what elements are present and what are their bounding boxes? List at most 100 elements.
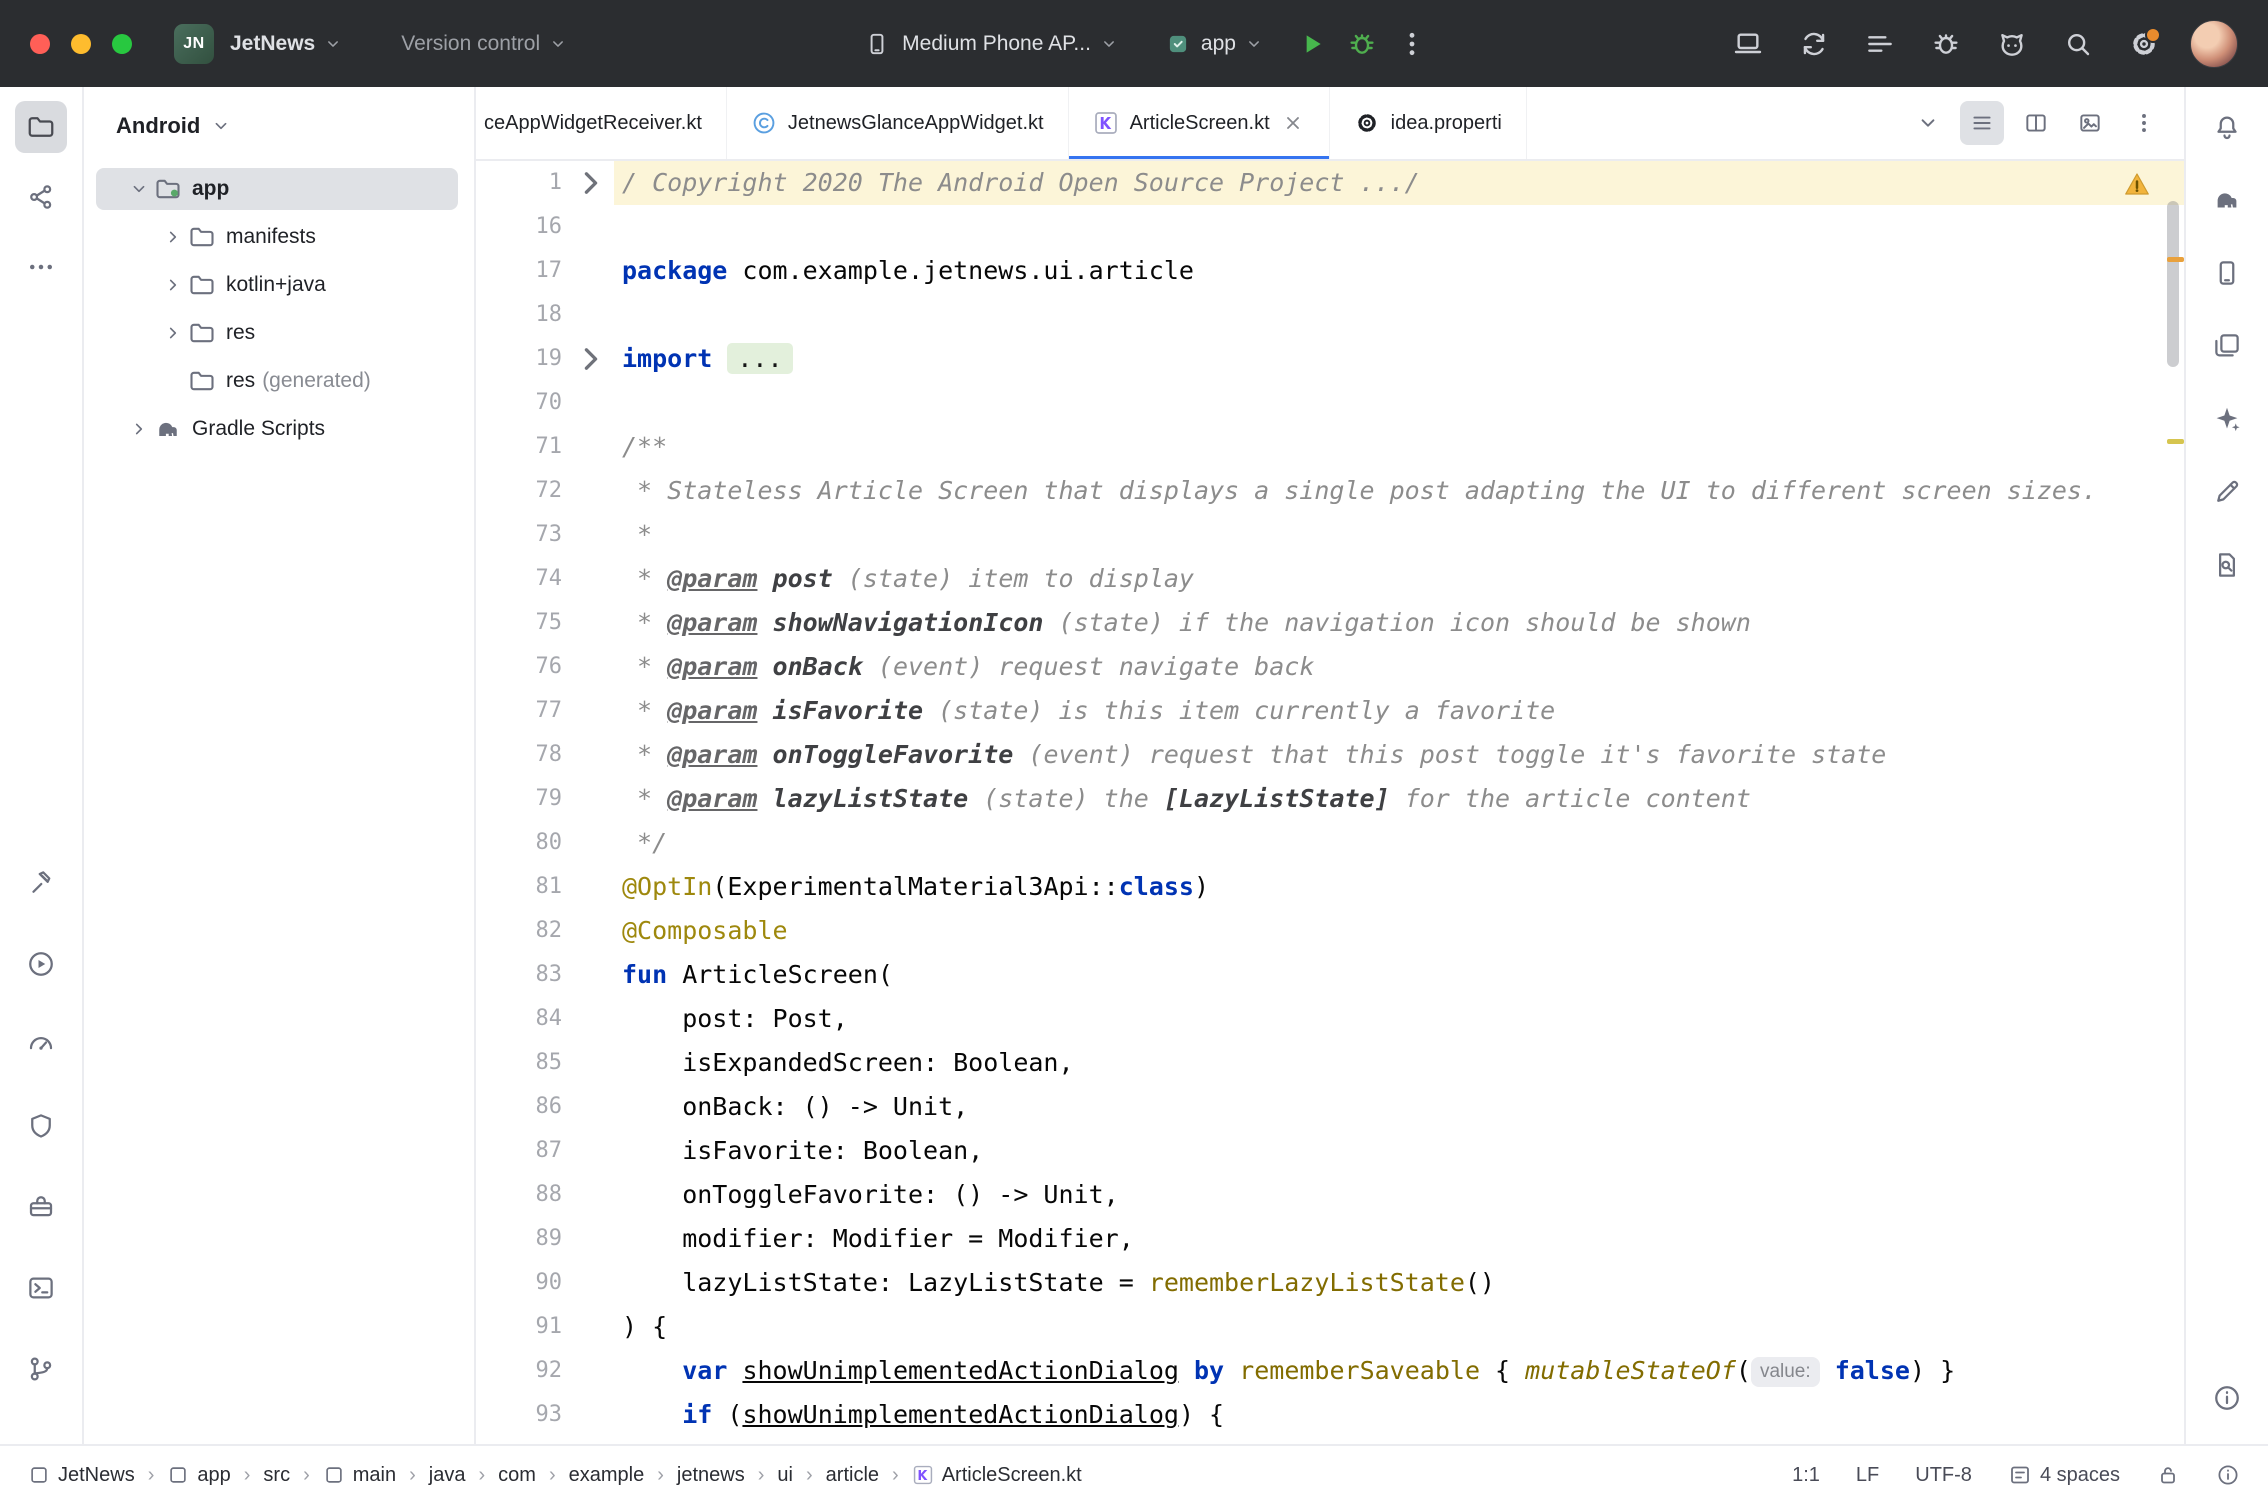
- project-folder-tool-button[interactable]: [15, 101, 67, 153]
- breadcrumb-item-article[interactable]: article: [826, 1464, 879, 1487]
- tab-jetnewsglanceappwidget-kt[interactable]: JetnewsGlanceAppWidget.kt: [727, 87, 1069, 159]
- compose-tool-button[interactable]: [2201, 466, 2253, 518]
- maximize-window-button[interactable]: [112, 34, 132, 54]
- tree-item-kotlin-java[interactable]: kotlin+java: [84, 261, 474, 309]
- tree-item-res-generated[interactable]: res (generated): [84, 357, 474, 405]
- file-encoding[interactable]: UTF-8: [1915, 1464, 1972, 1487]
- device-manager-tool-button[interactable]: [2201, 247, 2253, 299]
- more-tools-tool-button[interactable]: [15, 241, 67, 293]
- copies-tool-button[interactable]: [2201, 320, 2253, 372]
- tab-articlescreen-kt[interactable]: ArticleScreen.kt: [1069, 87, 1330, 159]
- code-text[interactable]: *: [614, 513, 2184, 557]
- code-text[interactable]: [614, 381, 2184, 425]
- tab-idea-properti[interactable]: idea.properti: [1330, 87, 1527, 159]
- breadcrumb-item-jetnews[interactable]: jetnews: [677, 1464, 745, 1487]
- inspections-warning-icon[interactable]: [2122, 169, 2152, 199]
- chevron-right-icon[interactable]: [158, 274, 188, 296]
- code-text[interactable]: * @param showNavigationIcon (state) if t…: [614, 601, 2184, 645]
- code-text[interactable]: / Copyright 2020 The Android Open Source…: [614, 161, 2184, 205]
- code-text[interactable]: if (showUnimplementedActionDialog) {: [614, 1393, 2184, 1437]
- tab-list-chevron-button[interactable]: [1906, 101, 1950, 145]
- find-tool-button[interactable]: [2201, 539, 2253, 591]
- code-text[interactable]: * Stateless Article Screen that displays…: [614, 469, 2184, 513]
- code-text[interactable]: onToggleFavorite: () -> Unit,: [614, 1173, 2184, 1217]
- run-button[interactable]: [1292, 24, 1332, 64]
- caret-position[interactable]: 1:1: [1792, 1464, 1820, 1487]
- code-text[interactable]: package com.example.jetnews.ui.article: [614, 249, 2184, 293]
- chevron-down-icon[interactable]: [124, 178, 154, 200]
- problems-tool-button[interactable]: [2201, 1372, 2253, 1424]
- terminal-tool-button[interactable]: [15, 1262, 67, 1314]
- editor-scrollbar[interactable]: [2167, 201, 2179, 367]
- code-text[interactable]: @OptIn(ExperimentalMaterial3Api::class): [614, 865, 2184, 909]
- code-text[interactable]: fun ArticleScreen(: [614, 953, 2184, 997]
- fold-arrow-icon[interactable]: [568, 337, 614, 381]
- code-text[interactable]: [614, 205, 2184, 249]
- todo-button[interactable]: [1860, 24, 1900, 64]
- tree-item-app[interactable]: app: [84, 165, 474, 213]
- chevron-right-icon[interactable]: [124, 418, 154, 440]
- file-lock-toggle[interactable]: [2156, 1463, 2180, 1487]
- code-text[interactable]: post: Post,: [614, 997, 2184, 1041]
- breadcrumb-item-com[interactable]: com: [498, 1464, 536, 1487]
- profiler-tool-button[interactable]: [15, 1019, 67, 1071]
- editor-list-view-button[interactable]: [1960, 101, 2004, 145]
- code-text[interactable]: modifier: Modifier = Modifier,: [614, 1217, 2184, 1261]
- breadcrumb-item-app[interactable]: app: [167, 1464, 230, 1487]
- device-selector[interactable]: Medium Phone AP...: [902, 32, 1119, 56]
- app-quality-tool-button[interactable]: [15, 1100, 67, 1152]
- project-menu[interactable]: JetNews: [230, 32, 343, 56]
- breadcrumb-item-articlescreen-kt[interactable]: ArticleScreen.kt: [912, 1464, 1082, 1487]
- problems-indicator[interactable]: [2216, 1463, 2240, 1487]
- breadcrumb-item-main[interactable]: main: [323, 1464, 396, 1487]
- studio-bot-button[interactable]: [1992, 24, 2032, 64]
- close-tab-icon[interactable]: [1281, 111, 1305, 135]
- code-text[interactable]: [614, 293, 2184, 337]
- run-tool-button[interactable]: [15, 938, 67, 990]
- code-text[interactable]: * @param onToggleFavorite (event) reques…: [614, 733, 2184, 777]
- breadcrumb-item-src[interactable]: src: [263, 1464, 290, 1487]
- code-text[interactable]: var showUnimplementedActionDialog by rem…: [614, 1349, 2184, 1393]
- project-logo[interactable]: JN: [174, 24, 214, 64]
- commit-tool-button[interactable]: [15, 171, 67, 223]
- breadcrumb-item-ui[interactable]: ui: [777, 1464, 793, 1487]
- code-area[interactable]: 1 / Copyright 2020 The Android Open Sour…: [476, 161, 2184, 1437]
- code-text[interactable]: onBack: () -> Unit,: [614, 1085, 2184, 1129]
- code-text[interactable]: import ...: [614, 337, 2184, 381]
- code-text[interactable]: /**: [614, 425, 2184, 469]
- build-analyzer-button[interactable]: [1926, 24, 1966, 64]
- indent-style[interactable]: 4 spaces: [2008, 1463, 2120, 1487]
- project-view-selector[interactable]: Android: [84, 87, 474, 165]
- build-tool-button[interactable]: [15, 857, 67, 909]
- running-devices-button[interactable]: [1728, 24, 1768, 64]
- code-text[interactable]: @Composable: [614, 909, 2184, 953]
- device-explorer-tool-button[interactable]: [15, 1181, 67, 1233]
- breadcrumb-item-jetnews[interactable]: JetNews: [28, 1464, 135, 1487]
- run-config-selector[interactable]: app: [1201, 32, 1264, 56]
- user-avatar[interactable]: [2190, 20, 2238, 68]
- tree-item-res[interactable]: res: [84, 309, 474, 357]
- more-run-actions-button[interactable]: [1392, 24, 1432, 64]
- tree-item-manifests[interactable]: manifests: [84, 213, 474, 261]
- preview-button[interactable]: [2068, 101, 2112, 145]
- code-text[interactable]: * @param isFavorite (state) is this item…: [614, 689, 2184, 733]
- tree-item-gradle-scripts[interactable]: Gradle Scripts: [84, 405, 474, 453]
- chevron-right-icon[interactable]: [158, 322, 188, 344]
- split-editor-button[interactable]: [2014, 101, 2058, 145]
- line-separator[interactable]: LF: [1856, 1464, 1879, 1487]
- search-button[interactable]: [2058, 24, 2098, 64]
- code-text[interactable]: isFavorite: Boolean,: [614, 1129, 2184, 1173]
- breadcrumb-item-example[interactable]: example: [569, 1464, 645, 1487]
- code-text[interactable]: ) {: [614, 1305, 2184, 1349]
- minimize-window-button[interactable]: [71, 34, 91, 54]
- editor-options-button[interactable]: [2122, 101, 2166, 145]
- gradle-tool-button[interactable]: [2201, 174, 2253, 226]
- code-text[interactable]: * @param onBack (event) request navigate…: [614, 645, 2184, 689]
- code-text[interactable]: lazyListState: LazyListState = rememberL…: [614, 1261, 2184, 1305]
- fold-arrow-icon[interactable]: [568, 161, 614, 205]
- weak-warning-stripe-mark[interactable]: [2167, 439, 2184, 444]
- sync-button[interactable]: [1794, 24, 1834, 64]
- debug-button[interactable]: [1342, 24, 1382, 64]
- warning-stripe-mark[interactable]: [2167, 257, 2184, 262]
- notifications-tool-button[interactable]: [2201, 101, 2253, 153]
